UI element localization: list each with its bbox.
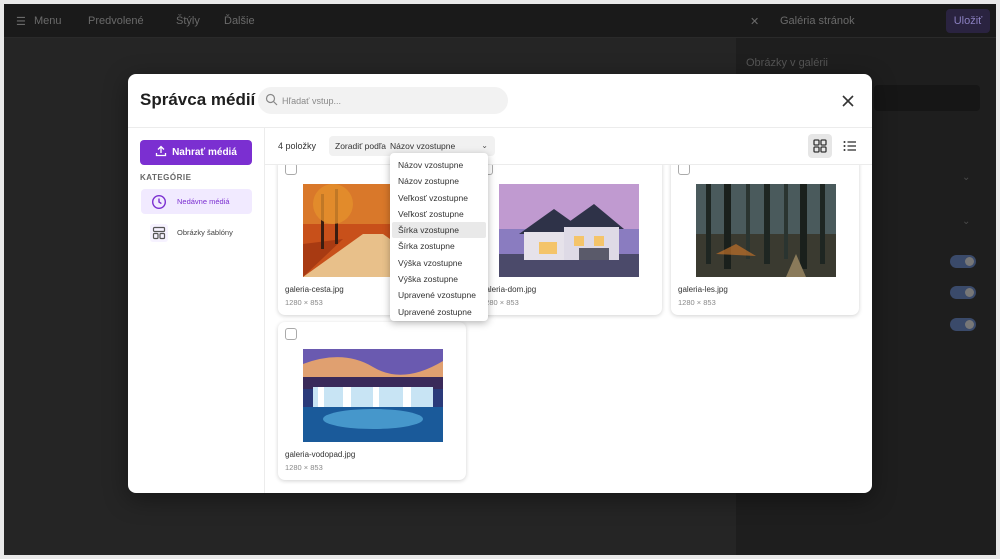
categories-heading: KATEGÓRIE (140, 173, 192, 182)
file-dimensions: 1280 × 853 (678, 298, 716, 307)
file-name: galeria-cesta.jpg (285, 285, 344, 294)
sort-option[interactable]: Názov vzostupne (392, 157, 486, 173)
search-input[interactable] (282, 91, 492, 110)
media-sidebar: Nahrať médiá KATEGÓRIE Nedávne médiá Obr… (128, 128, 265, 493)
app-topbar: ☰ Menu Predvolené Štýly Ďalšie ✕ Galéria… (4, 4, 996, 38)
list-view-button[interactable] (838, 134, 862, 158)
thumbnail-waterfall (303, 349, 443, 442)
sort-option[interactable]: Šírka zostupne (392, 238, 486, 254)
search-icon (265, 93, 278, 111)
toggle[interactable] (950, 255, 976, 268)
item-count: 4 položky (278, 141, 317, 151)
category-recent-media[interactable]: Nedávne médiá (141, 189, 252, 214)
grid-view-button[interactable] (808, 134, 832, 158)
toggle[interactable] (950, 286, 976, 299)
chevron-down-icon[interactable]: ⌄ (962, 172, 970, 183)
file-dimensions: 1280 × 853 (285, 298, 323, 307)
select-checkbox[interactable] (285, 165, 297, 175)
topbar-item[interactable]: Menu (34, 15, 62, 27)
list-icon (843, 141, 856, 151)
media-toolbar: 4 položky Zoradiť podľa Názov vzostupne ⌄ (265, 128, 872, 165)
topbar-item[interactable]: Štýly (176, 15, 200, 27)
media-card[interactable]: galeria-dom.jpg 1280 × 853 (474, 165, 662, 315)
file-name: galeria-les.jpg (678, 285, 728, 294)
modal-header: Správca médií (128, 74, 872, 128)
clock-icon (150, 193, 168, 211)
select-checkbox[interactable] (678, 165, 690, 175)
category-label: Nedávne médiá (177, 197, 230, 206)
search-box[interactable] (258, 87, 508, 114)
category-template-images[interactable]: Obrázky šablóny (141, 220, 252, 245)
close-button[interactable] (838, 91, 858, 111)
topbar-item[interactable]: Predvolené (88, 15, 144, 27)
sort-dropdown-menu: Názov vzostupne Názov zostupne Veľkosť v… (390, 153, 488, 321)
chevron-down-icon[interactable]: ⌄ (962, 216, 970, 227)
sort-option-highlighted[interactable]: Šírka vzostupne (392, 222, 486, 239)
file-name: galeria-dom.jpg (481, 285, 537, 294)
thumbnail-forest (696, 184, 836, 277)
sort-option[interactable]: Názov zostupne (392, 173, 486, 189)
file-name: galeria-vodopad.jpg (285, 450, 356, 459)
upload-label: Nahrať médiá (172, 147, 237, 158)
media-card[interactable]: galeria-les.jpg 1280 × 853 (671, 165, 859, 315)
menu-icon[interactable]: ☰ (16, 15, 26, 28)
sort-option[interactable]: Výška vzostupne (392, 255, 486, 271)
update-button[interactable]: Uložiť (946, 9, 990, 33)
media-manager-modal: Správca médií Nahrať médiá KATEGÓRIE Ned… (128, 74, 872, 493)
topbar-item[interactable]: Ďalšie (224, 15, 255, 27)
sort-option[interactable]: Veľkosť vzostupne (392, 190, 486, 206)
media-grid: galeria-cesta.jpg 1280 × 853 galeria-dom… (265, 165, 872, 493)
grid-icon (813, 139, 827, 153)
panel-block (874, 85, 980, 111)
sort-option[interactable]: Upravené zostupne (392, 304, 486, 320)
close-icon (842, 95, 854, 107)
category-label: Obrázky šablóny (177, 228, 233, 237)
select-checkbox[interactable] (285, 328, 297, 340)
sort-label: Zoradiť podľa (335, 141, 387, 151)
sort-option[interactable]: Upravené vzostupne (392, 287, 486, 303)
toggle[interactable] (950, 318, 976, 331)
media-card[interactable]: galeria-vodopad.jpg 1280 × 853 (278, 322, 466, 480)
sort-option[interactable]: Veľkosť zostupne (392, 206, 486, 222)
upload-icon (155, 145, 167, 160)
file-dimensions: 1280 × 853 (285, 463, 323, 472)
close-icon[interactable]: ✕ (750, 15, 759, 28)
panel-label: Obrázky v galérii (746, 57, 828, 69)
sort-value: Názov vzostupne (390, 141, 456, 151)
sort-option[interactable]: Výška zostupne (392, 271, 486, 287)
upload-media-button[interactable]: Nahrať médiá (140, 140, 252, 165)
template-icon (150, 223, 168, 242)
modal-title: Správca médií (140, 90, 256, 109)
panel-title: Galéria stránok (780, 15, 855, 27)
thumbnail-house (499, 184, 639, 277)
